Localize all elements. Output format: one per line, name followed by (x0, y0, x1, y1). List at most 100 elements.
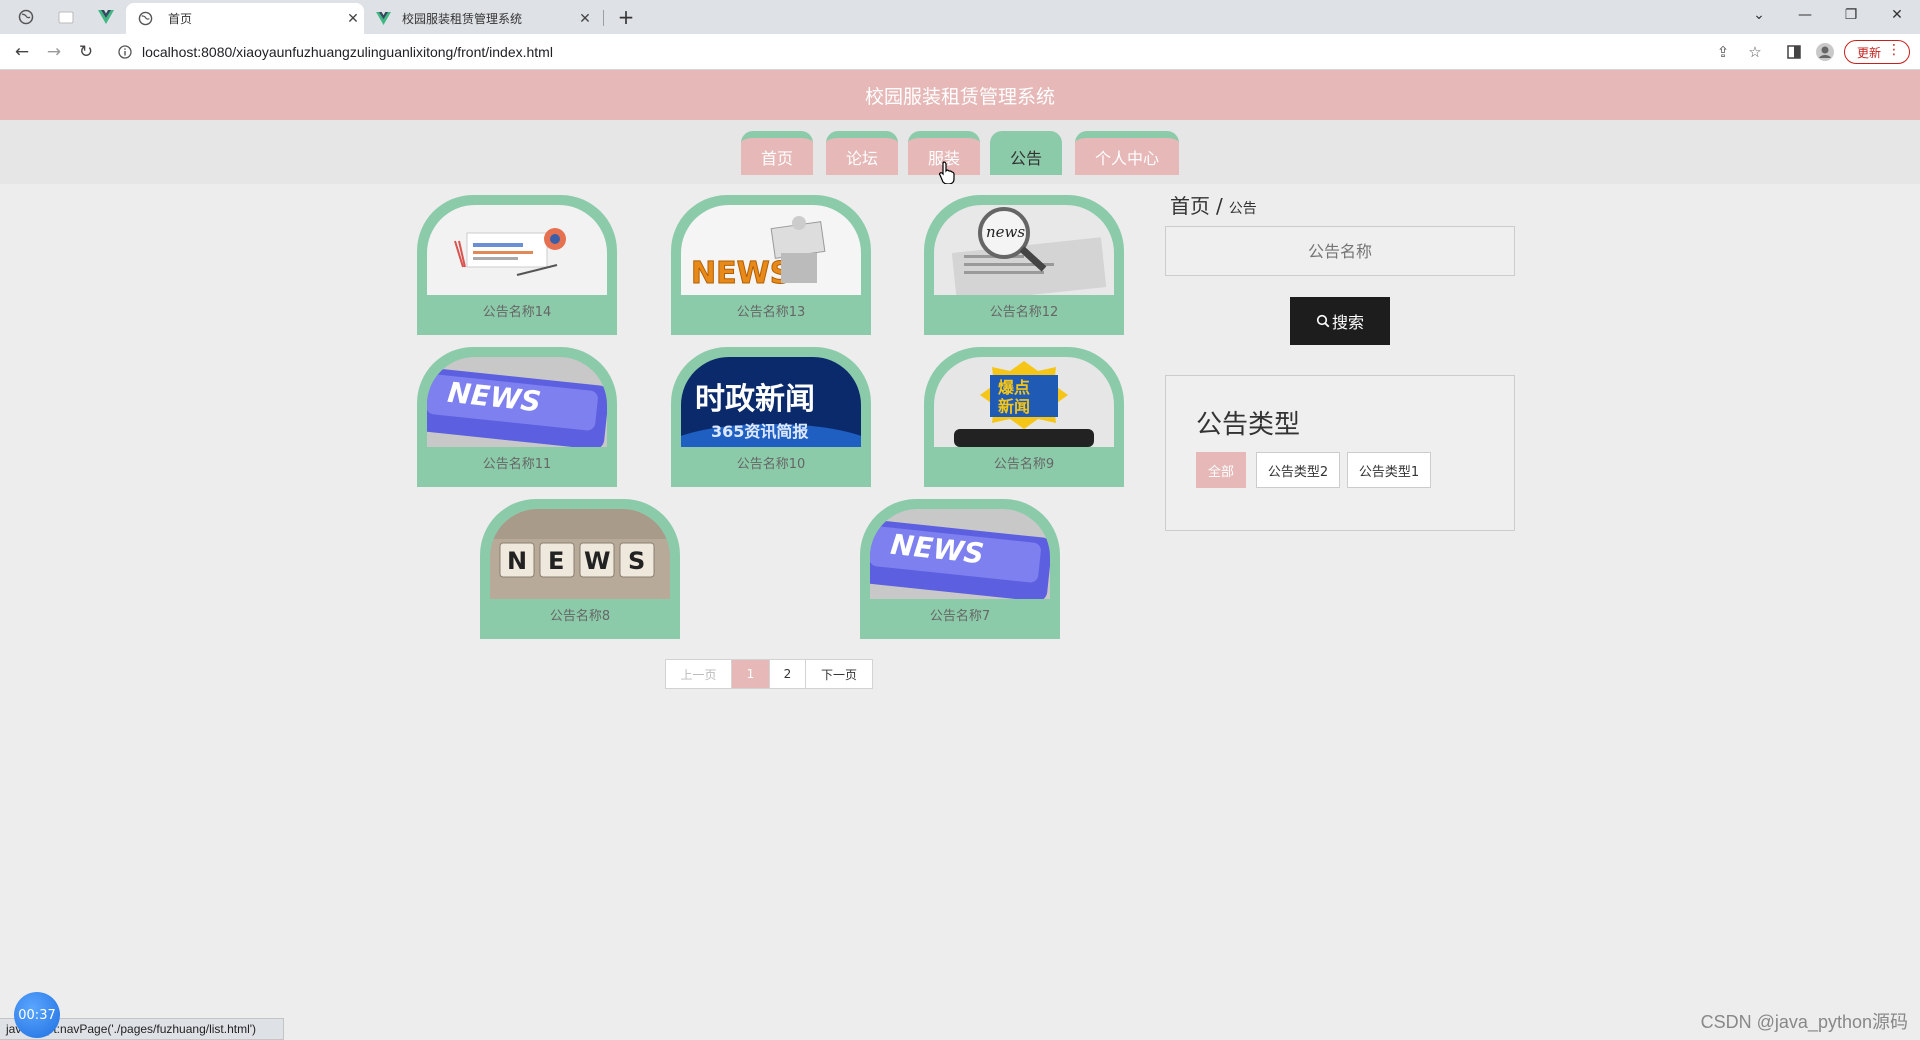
arrow-left-icon: ← (14, 42, 30, 62)
close-icon[interactable]: ✕ (342, 11, 364, 27)
globe-icon (138, 11, 160, 26)
notice-card[interactable]: NEWS 公告名称11 (417, 347, 617, 487)
forward-button[interactable]: → (40, 38, 68, 66)
notice-card[interactable]: NEWS 公告名称7 (860, 499, 1060, 639)
minimize-icon: — (1798, 7, 1812, 23)
nav-home[interactable]: 首页 (741, 131, 813, 175)
breaking-news-image[interactable]: 爆点 新闻 (934, 357, 1114, 447)
notice-card[interactable]: news 公告名称12 (924, 195, 1124, 335)
card-caption: 公告名称14 (482, 305, 552, 320)
recording-timer-badge: 00:37 (14, 992, 60, 1038)
tab-search-button[interactable]: ⌄ (1736, 0, 1782, 30)
main-nav: 首页 论坛 服装 公告 个人中心 (0, 120, 1920, 184)
nav-user-center[interactable]: 个人中心 (1075, 131, 1179, 175)
reload-icon: ↻ (78, 42, 94, 62)
card-caption: 公告名称8 (549, 609, 611, 624)
card-caption: 公告名称13 (736, 305, 806, 320)
type-filter-1[interactable]: 公告类型1 (1347, 452, 1431, 488)
svg-text:S: S (628, 547, 645, 575)
info-icon[interactable] (114, 41, 136, 63)
restore-icon: ❐ (1844, 7, 1858, 23)
close-icon: ✕ (1891, 7, 1903, 23)
svg-text:新闻: 新闻 (998, 397, 1030, 416)
svg-text:时政新闻: 时政新闻 (695, 382, 815, 417)
globe-icon (18, 9, 34, 25)
breadcrumb: 首页 / 公告 (1170, 190, 1257, 219)
profile-avatar-icon[interactable] (1813, 40, 1837, 64)
search-button[interactable]: 搜索 (1290, 297, 1390, 345)
url-text: localhost:8080/xiaoyaunfuzhuangzulinguan… (142, 44, 553, 60)
restore-button[interactable]: ❐ (1828, 0, 1874, 30)
svg-text:NEWS: NEWS (691, 256, 791, 291)
svg-text:E: E (548, 547, 564, 575)
hand-cursor-icon (939, 161, 955, 184)
pinned-tab-vue[interactable] (88, 0, 124, 34)
news-keyboard-image[interactable]: NEWS (870, 509, 1050, 599)
new-tab-button[interactable]: + (612, 3, 640, 31)
timer-text: 00:37 (18, 1007, 56, 1023)
notice-card[interactable]: 时政新闻 365资讯简报 公告名称10 (671, 347, 871, 487)
tab-home[interactable]: 首页 ✕ (126, 3, 364, 34)
back-button[interactable]: ← (8, 38, 36, 66)
minimize-button[interactable]: — (1782, 0, 1828, 30)
close-window-button[interactable]: ✕ (1874, 0, 1920, 30)
close-icon[interactable]: ✕ (574, 11, 596, 27)
vue-logo-icon (376, 12, 394, 25)
search-icon (1316, 314, 1330, 328)
card-caption: 公告名称7 (929, 609, 991, 624)
news-reader-image[interactable]: NEWS (681, 205, 861, 295)
search-input[interactable] (1165, 226, 1515, 276)
notice-type-panel: 公告类型 全部 公告类型2 公告类型1 (1165, 375, 1515, 531)
reload-button[interactable]: ↻ (72, 38, 100, 66)
svg-text:news: news (986, 223, 1025, 241)
notice-card[interactable]: 爆点 新闻 公告名称9 (924, 347, 1124, 487)
notice-card[interactable]: 公告名称14 (417, 195, 617, 335)
address-bar: ← → ↻ localhost:8080/xiaoyaunfuzhuangzul… (0, 34, 1920, 70)
page-2-button[interactable]: 2 (770, 660, 806, 688)
pagination: 上一页 1 2 下一页 (665, 659, 873, 689)
pinned-tab-globe[interactable] (8, 0, 44, 34)
page-1-button[interactable]: 1 (732, 660, 770, 688)
update-label: 更新 (1857, 45, 1882, 60)
news-blocks-image[interactable]: N E W S (490, 509, 670, 599)
notice-card[interactable]: NEWS 公告名称13 (671, 195, 871, 335)
news-collage-image[interactable] (427, 205, 607, 295)
more-vertical-icon: ⋮ (1887, 42, 1901, 58)
plus-icon: + (617, 5, 635, 29)
watermark: CSDN @java_python源码 (1700, 1012, 1908, 1032)
site-title: 校园服装租赁管理系统 (864, 85, 1055, 108)
site-header: 校园服装租赁管理系统 (0, 70, 1920, 120)
notice-card[interactable]: N E W S 公告名称8 (480, 499, 680, 639)
tab-system[interactable]: 校园服装租赁管理系统 ✕ (372, 3, 596, 34)
chevron-down-icon: ⌄ (1753, 7, 1765, 23)
type-filter-all[interactable]: 全部 (1196, 452, 1246, 488)
breadcrumb-home[interactable]: 首页 (1170, 190, 1210, 219)
card-caption: 公告名称9 (993, 457, 1055, 472)
politics-news-image[interactable]: 时政新闻 365资讯简报 (681, 357, 861, 447)
share-icon[interactable]: ⇪ (1711, 40, 1735, 64)
tab-separator (603, 10, 604, 26)
svg-text:爆点: 爆点 (998, 378, 1030, 397)
card-caption: 公告名称11 (482, 457, 552, 472)
arrow-right-icon: → (46, 42, 62, 62)
update-button[interactable]: 更新 ⋮ (1844, 40, 1910, 64)
svg-text:W: W (584, 547, 610, 575)
card-caption: 公告名称12 (989, 305, 1059, 320)
side-panel-icon[interactable] (1782, 40, 1806, 64)
next-page-button[interactable]: 下一页 (806, 660, 872, 688)
url-field[interactable]: localhost:8080/xiaoyaunfuzhuangzulinguan… (110, 38, 1690, 66)
news-magnifier-image[interactable]: news (934, 205, 1114, 295)
vue-logo-icon (98, 10, 114, 24)
nav-notice[interactable]: 公告 (990, 131, 1062, 175)
news-keyboard-image[interactable]: NEWS (427, 357, 607, 447)
svg-text:365资讯简报: 365资讯简报 (711, 422, 808, 441)
type-filter-2[interactable]: 公告类型2 (1256, 452, 1340, 488)
folder-icon (58, 11, 74, 24)
notice-type-title: 公告类型 (1196, 410, 1301, 440)
breadcrumb-separator: / (1216, 194, 1223, 218)
prev-page-button[interactable]: 上一页 (666, 660, 732, 688)
star-icon[interactable]: ☆ (1743, 40, 1767, 64)
nav-forum[interactable]: 论坛 (826, 131, 898, 175)
pinned-tab-folder[interactable] (48, 0, 84, 34)
tab-title: 首页 (168, 12, 193, 26)
